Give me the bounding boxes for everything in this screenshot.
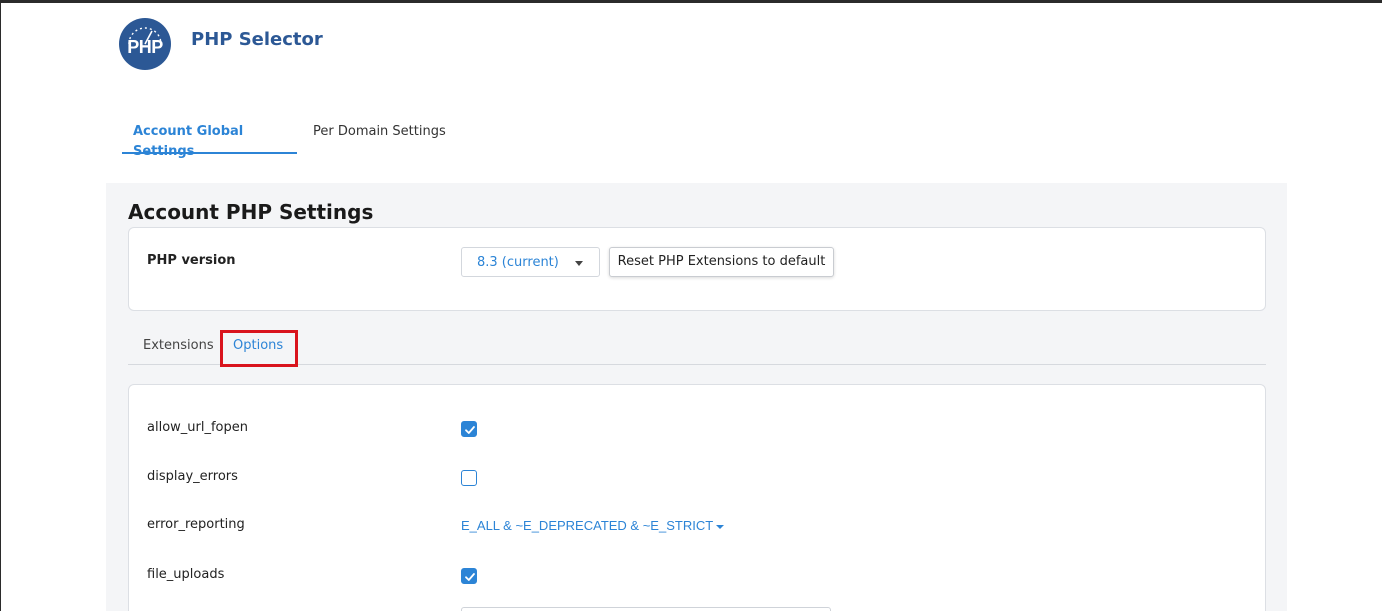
php-version-value: 8.3 (current) [477, 255, 559, 270]
option-label-error-reporting: error_reporting [147, 517, 245, 532]
file-uploads-checkbox[interactable] [461, 568, 477, 584]
php-logo-icon: PHP [119, 18, 171, 70]
caret-down-icon [716, 524, 725, 529]
option-label-file-uploads: file_uploads [147, 567, 225, 582]
app-title: PHP Selector [191, 29, 323, 50]
php-version-label: PHP version [147, 253, 236, 268]
php-version-select[interactable]: 8.3 (current) [461, 247, 600, 277]
tab-extensions[interactable]: Extensions [143, 338, 214, 353]
error-reporting-dropdown[interactable]: E_ALL & ~E_DEPRECATED & ~E_STRICT [461, 518, 725, 533]
section-title: Account PHP Settings [128, 200, 374, 224]
chevron-down-icon [575, 261, 583, 266]
logo-text: PHP [127, 37, 163, 57]
sub-tabs-divider [128, 364, 1266, 365]
allow-url-fopen-checkbox[interactable] [461, 421, 477, 437]
option-input-field[interactable] [461, 607, 831, 611]
error-reporting-value: E_ALL & ~E_DEPRECATED & ~E_STRICT [461, 518, 714, 533]
tab-account-global-settings[interactable]: Account Global Settings [122, 122, 297, 159]
tab-per-domain-settings[interactable]: Per Domain Settings [302, 122, 457, 154]
option-label-allow-url-fopen: allow_url_fopen [147, 420, 248, 435]
checkmark-icon [465, 573, 475, 581]
checkmark-icon [465, 426, 475, 434]
reset-extensions-button[interactable]: Reset PHP Extensions to default [609, 247, 834, 277]
options-tab-highlight [220, 330, 298, 367]
option-label-display-errors: display_errors [147, 469, 238, 484]
display-errors-checkbox[interactable] [461, 470, 477, 486]
options-card [128, 384, 1266, 611]
app-window: PHP PHP Selector Account Global Settings… [0, 0, 1382, 611]
